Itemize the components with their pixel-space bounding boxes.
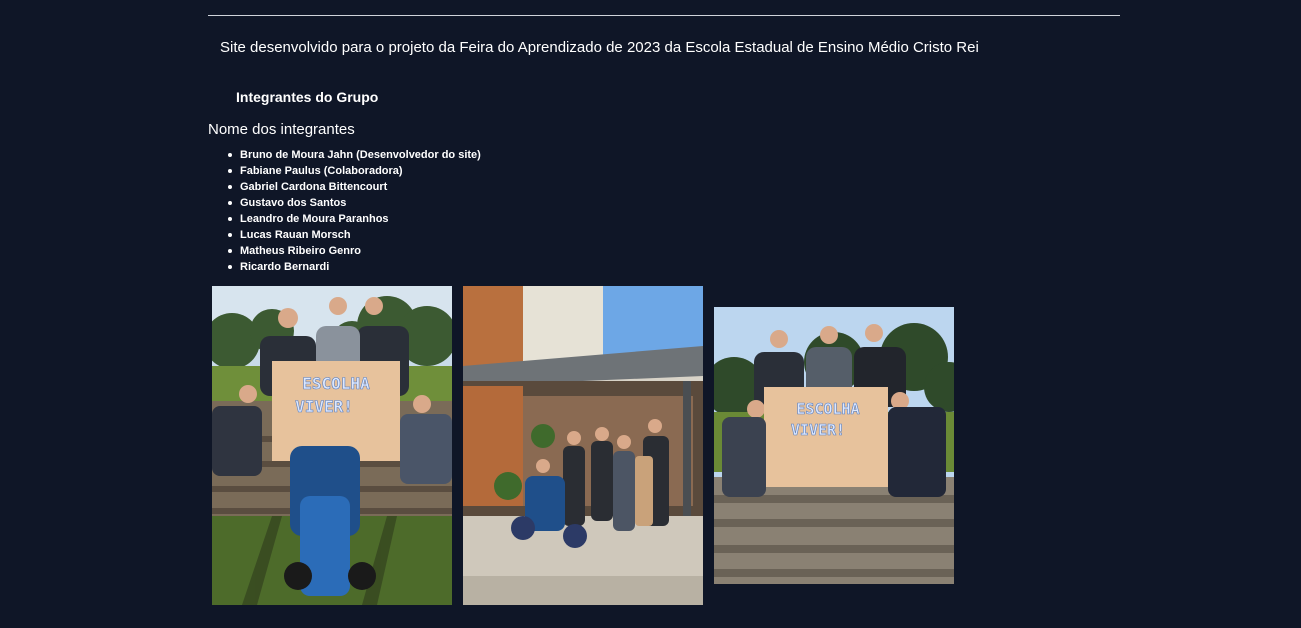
members-list: Bruno de Moura Jahn (Desenvolvedor do si…	[228, 147, 481, 275]
group-photo-banner-outdoor: ESCOLHA VIVER!	[212, 286, 452, 605]
list-item: Matheus Ribeiro Genro	[228, 243, 481, 259]
list-item: Lucas Rauan Morsch	[228, 227, 481, 243]
members-heading: Nome dos integrantes	[208, 121, 355, 138]
list-item: Gabriel Cardona Bittencourt	[228, 179, 481, 195]
group-photo-covered-porch	[463, 286, 703, 605]
intro-text: Site desenvolvido para o projeto da Feir…	[220, 39, 979, 56]
group-title: Integrantes do Grupo	[236, 89, 379, 105]
list-item: Ricardo Bernardi	[228, 259, 481, 275]
list-item: Fabiane Paulus (Colaboradora)	[228, 163, 481, 179]
list-item: Leandro de Moura Paranhos	[228, 211, 481, 227]
banner-text-line-1: ESCOLHA	[302, 374, 370, 393]
banner-text-line-2: VIVER!	[791, 421, 845, 439]
banner-text-line-1: ESCOLHA	[796, 400, 859, 418]
list-item: Gustavo dos Santos	[228, 195, 481, 211]
list-item: Bruno de Moura Jahn (Desenvolvedor do si…	[228, 149, 481, 161]
top-divider	[208, 15, 1120, 16]
group-photo-banner-stairs: ESCOLHA VIVER!	[714, 307, 954, 584]
banner-text-line-2: VIVER!	[295, 397, 353, 416]
